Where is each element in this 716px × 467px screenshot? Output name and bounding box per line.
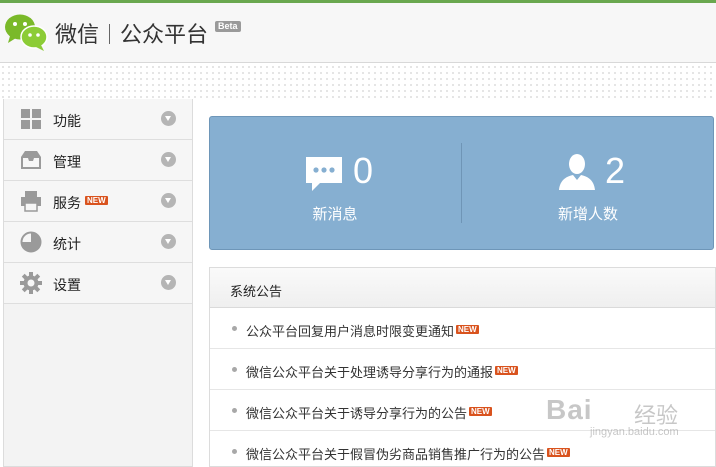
dotted-band xyxy=(0,64,716,100)
sidebar-item-statistics[interactable]: 统计 xyxy=(4,222,192,263)
watermark-url: jingyan.baidu.com xyxy=(590,426,679,438)
new-users-stat[interactable]: 2 新增人数 xyxy=(462,117,714,251)
baidu-jingyan-watermark: Bai 经验 jingyan.baidu.com xyxy=(546,392,716,442)
wechat-logo-icon[interactable] xyxy=(4,12,48,52)
sidebar-item-manage[interactable]: 管理 xyxy=(4,140,192,181)
sidebar-item-service[interactable]: 服务 NEW xyxy=(4,181,192,222)
bullet-icon xyxy=(232,326,237,331)
grid-icon xyxy=(21,109,41,129)
user-icon xyxy=(559,154,595,190)
bullet-icon xyxy=(232,449,237,454)
chevron-down-icon[interactable] xyxy=(161,234,176,249)
notice-text[interactable]: 公众平台回复用户消息时限变更通知 xyxy=(246,324,454,339)
notice-link[interactable]: 微信公众平台关于处理诱导分享行为的通报 NEW xyxy=(246,362,518,381)
chevron-down-icon[interactable] xyxy=(161,152,176,167)
new-users-label: 新增人数 xyxy=(557,206,618,223)
notice-text[interactable]: 微信公众平台关于诱导分享行为的公告 xyxy=(246,406,467,421)
sidebar: 功能 管理 服务 NEW 统计 设置 xyxy=(3,99,193,467)
new-badge: NEW xyxy=(495,366,518,375)
chat-bubble-icon xyxy=(306,157,342,191)
new-messages-stat[interactable]: 0 新消息 xyxy=(210,117,462,251)
pie-chart-icon xyxy=(20,231,42,253)
new-badge: NEW xyxy=(469,407,492,416)
new-badge: NEW xyxy=(456,325,479,334)
brand-title: 微信 公众平台 xyxy=(55,17,208,49)
notice-link[interactable]: 微信公众平台关于诱导分享行为的公告 NEW xyxy=(246,403,492,422)
sidebar-item-label: 管理 xyxy=(53,154,81,170)
brand-name: 微信 xyxy=(55,22,100,47)
notice-item[interactable]: 公众平台回复用户消息时限变更通知 NEW xyxy=(210,308,715,349)
brand-product: 公众平台 xyxy=(120,22,209,47)
notice-link[interactable]: 微信公众平台关于假冒伪劣商品销售推广行为的公告 NEW xyxy=(246,444,570,463)
bullet-icon xyxy=(232,408,237,413)
sidebar-item-label: 设置 xyxy=(53,277,81,293)
brand-separator xyxy=(109,24,111,44)
notice-text[interactable]: 微信公众平台关于假冒伪劣商品销售推广行为的公告 xyxy=(246,447,545,462)
bullet-icon xyxy=(232,367,237,372)
sidebar-item-label: 功能 xyxy=(53,113,81,129)
inbox-icon xyxy=(21,151,41,169)
printer-icon xyxy=(21,191,41,212)
notice-header: 系统公告 xyxy=(210,268,715,308)
new-messages-count: 0 xyxy=(353,150,374,191)
gear-icon xyxy=(20,272,42,294)
sidebar-item-label: 统计 xyxy=(53,236,81,252)
chevron-down-icon[interactable] xyxy=(161,275,176,290)
stats-panel: 0 新消息 2 新增人数 xyxy=(209,116,714,250)
sidebar-item-settings[interactable]: 设置 xyxy=(4,263,192,304)
new-messages-label: 新消息 xyxy=(312,206,358,223)
notice-link[interactable]: 公众平台回复用户消息时限变更通知 NEW xyxy=(246,321,479,340)
new-badge: NEW xyxy=(85,196,108,205)
notice-title: 系统公告 xyxy=(230,284,283,299)
notice-text[interactable]: 微信公众平台关于处理诱导分享行为的通报 xyxy=(246,365,493,380)
watermark-brand: Bai xyxy=(546,394,593,425)
new-badge: NEW xyxy=(547,448,570,457)
beta-badge: Beta xyxy=(215,21,241,32)
header: 微信 公众平台 Beta xyxy=(0,3,716,63)
sidebar-item-function[interactable]: 功能 xyxy=(4,99,192,140)
chevron-down-icon[interactable] xyxy=(161,111,176,126)
sidebar-item-label: 服务 xyxy=(53,195,81,211)
new-users-count: 2 xyxy=(605,150,626,191)
notice-item[interactable]: 微信公众平台关于处理诱导分享行为的通报 NEW xyxy=(210,349,715,390)
chevron-down-icon[interactable] xyxy=(161,193,176,208)
